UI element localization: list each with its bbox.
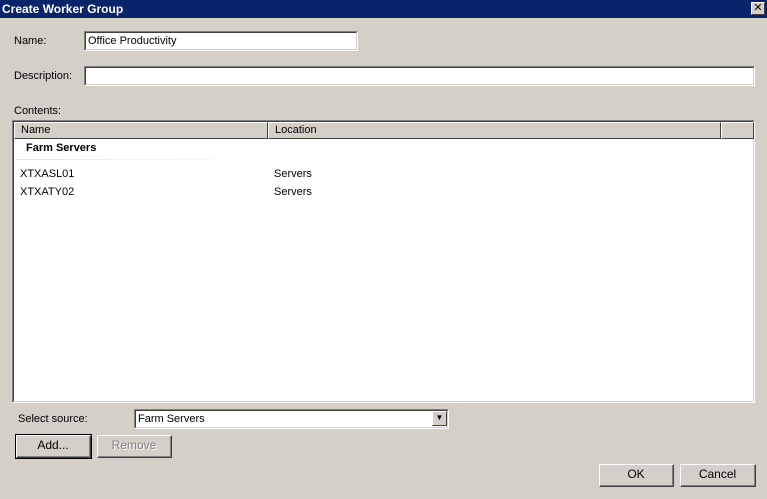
column-header-location[interactable]: Location: [268, 122, 721, 139]
remove-button[interactable]: Remove: [97, 435, 172, 458]
window-title: Create Worker Group: [2, 2, 124, 16]
add-button-label: Add...: [17, 436, 90, 457]
add-button[interactable]: Add...: [15, 434, 92, 459]
ok-button[interactable]: OK: [599, 464, 674, 487]
close-icon[interactable]: ✕: [751, 2, 765, 15]
cancel-button[interactable]: Cancel: [680, 464, 756, 487]
title-bar: Create Worker Group ✕: [0, 0, 767, 18]
row-location: Servers: [274, 168, 312, 180]
ok-button-label: OK: [600, 465, 673, 486]
description-field[interactable]: [84, 66, 755, 86]
select-source-label: Select source:: [18, 413, 88, 425]
description-label: Description:: [14, 70, 73, 82]
table-row[interactable]: XTXASL01 Servers: [14, 166, 753, 182]
row-name: XTXASL01: [20, 168, 75, 180]
contents-list[interactable]: Name Location Farm Servers XTXASL01 Serv…: [12, 120, 755, 403]
cancel-button-label: Cancel: [681, 465, 755, 486]
source-dropdown-value: Farm Servers: [135, 410, 448, 428]
contents-label: Contents:: [14, 105, 62, 117]
group-divider: [16, 159, 276, 160]
row-name: XTXATY02: [20, 186, 75, 198]
source-dropdown[interactable]: Farm Servers ▼: [134, 409, 449, 429]
table-row[interactable]: XTXATY02 Servers: [14, 184, 753, 200]
name-field-value: Office Productivity: [85, 32, 357, 50]
name-field[interactable]: Office Productivity: [84, 31, 358, 51]
row-location: Servers: [274, 186, 312, 198]
remove-button-label: Remove: [98, 436, 171, 457]
column-header-row: Name Location: [14, 122, 754, 139]
group-header-farm-servers: Farm Servers: [26, 142, 97, 154]
column-header-filler: [721, 122, 754, 139]
column-header-name[interactable]: Name: [14, 122, 268, 139]
description-field-value: [85, 67, 754, 85]
chevron-down-icon[interactable]: ▼: [432, 411, 447, 426]
name-label: Name:: [14, 35, 47, 47]
